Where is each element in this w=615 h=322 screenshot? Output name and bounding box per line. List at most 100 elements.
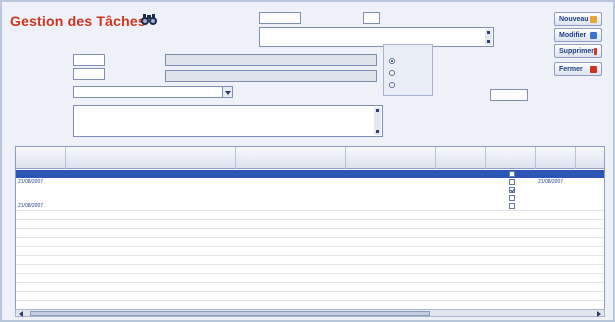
row-divider — [16, 246, 604, 247]
scroll-left-icon[interactable] — [19, 311, 23, 317]
secondary-field[interactable] — [363, 12, 380, 24]
table-header — [16, 147, 604, 169]
cell-extra — [576, 186, 604, 194]
chevron-down-icon[interactable] — [222, 87, 232, 97]
cell-date — [16, 194, 66, 202]
row-divider — [16, 291, 604, 292]
cell-tel — [436, 178, 486, 186]
cell-objet — [66, 186, 236, 194]
date-field[interactable] — [259, 12, 301, 24]
statut-radio-1[interactable] — [389, 58, 395, 64]
cell-tel — [436, 170, 486, 178]
row-divider — [16, 255, 604, 256]
new-button-label: Nouveau — [559, 15, 589, 23]
table-row[interactable] — [16, 170, 604, 178]
column-header[interactable] — [236, 147, 346, 169]
cell-responsable — [346, 202, 436, 210]
scrollbar-thumb[interactable] — [30, 311, 430, 316]
cell-client — [236, 202, 346, 210]
done-checkbox[interactable] — [509, 179, 515, 185]
table-horizontal-scrollbar[interactable] — [15, 309, 605, 317]
cell-objet — [66, 202, 236, 210]
new-button[interactable]: Nouveau — [554, 12, 602, 26]
delete-icon — [594, 47, 597, 55]
cell-tel — [436, 186, 486, 194]
cell-date2 — [536, 202, 576, 210]
cell-client — [236, 186, 346, 194]
task-table: 21/08/2007 21/08/2007 21/08/2007 — [15, 146, 605, 316]
row-divider — [16, 210, 604, 211]
cell-client — [236, 178, 346, 186]
date-action-field[interactable] — [490, 89, 528, 101]
cell-tel — [436, 194, 486, 202]
responsable-select[interactable] — [73, 86, 233, 98]
delete-button-label: Supprimer — [559, 47, 595, 55]
row-divider — [16, 273, 604, 274]
compte-rendu-field[interactable] — [73, 105, 383, 137]
done-checkbox[interactable] — [509, 203, 515, 209]
done-checkbox[interactable] — [509, 171, 515, 177]
code-field[interactable] — [73, 54, 105, 66]
row-divider — [16, 219, 604, 220]
column-header[interactable] — [436, 147, 486, 169]
binoculars-icon[interactable] — [140, 12, 158, 26]
table-row[interactable]: 21/08/2007 21/08/2007 — [16, 178, 604, 186]
row-divider — [16, 228, 604, 229]
objet-field[interactable] — [259, 27, 494, 47]
statut-radio-2[interactable] — [389, 70, 395, 76]
column-header[interactable] — [576, 147, 604, 169]
row-divider — [16, 237, 604, 238]
cell-date2: 21/08/2007 — [538, 179, 564, 185]
close-icon — [590, 65, 597, 73]
close-button[interactable]: Fermer — [554, 62, 602, 76]
cell-objet — [66, 194, 236, 202]
column-header[interactable] — [536, 147, 576, 169]
cell-responsable — [346, 186, 436, 194]
cell-client — [236, 170, 346, 178]
cell-extra — [576, 170, 604, 178]
cell-client — [236, 194, 346, 202]
statut-radio-3[interactable] — [389, 82, 395, 88]
cell-objet — [66, 170, 236, 178]
delete-button[interactable]: Supprimer — [554, 44, 602, 58]
column-header[interactable] — [66, 147, 236, 169]
done-checkbox[interactable] — [509, 187, 515, 193]
edit-icon — [590, 31, 597, 39]
code-sub-field[interactable] — [73, 68, 105, 80]
done-checkbox[interactable] — [509, 195, 515, 201]
compte-rendu-scrollbar[interactable] — [374, 107, 381, 135]
edit-button[interactable]: Modifier — [554, 28, 602, 42]
cell-objet — [66, 178, 236, 186]
column-header[interactable] — [486, 147, 536, 169]
cell-extra — [576, 194, 604, 202]
table-row[interactable] — [16, 186, 604, 194]
cell-date2 — [536, 186, 576, 194]
cell-date: 21/08/2007 — [18, 203, 44, 209]
row-divider — [16, 282, 604, 283]
column-header[interactable] — [346, 147, 436, 169]
statut-group — [383, 44, 433, 96]
client-sub-field — [165, 70, 377, 82]
cell-extra — [576, 178, 604, 186]
cell-tel — [436, 202, 486, 210]
cell-responsable — [346, 194, 436, 202]
cell-date2 — [536, 170, 576, 178]
cell-responsable — [346, 170, 436, 178]
cell-extra — [576, 202, 604, 210]
row-divider — [16, 264, 604, 265]
new-icon — [590, 15, 597, 23]
cell-date: 21/08/2007 — [18, 179, 44, 185]
page-title: Gestion des Tâches — [10, 13, 146, 29]
cell-date — [16, 186, 66, 194]
close-button-label: Fermer — [559, 65, 583, 73]
column-header[interactable] — [16, 147, 66, 169]
cell-responsable — [346, 178, 436, 186]
cell-date2 — [536, 194, 576, 202]
table-row[interactable] — [16, 194, 604, 202]
cell-date — [16, 170, 66, 178]
objet-scrollbar[interactable] — [485, 29, 492, 45]
scroll-right-icon[interactable] — [597, 311, 601, 317]
table-row[interactable]: 21/08/2007 — [16, 202, 604, 210]
row-divider — [16, 300, 604, 301]
edit-button-label: Modifier — [559, 31, 587, 39]
